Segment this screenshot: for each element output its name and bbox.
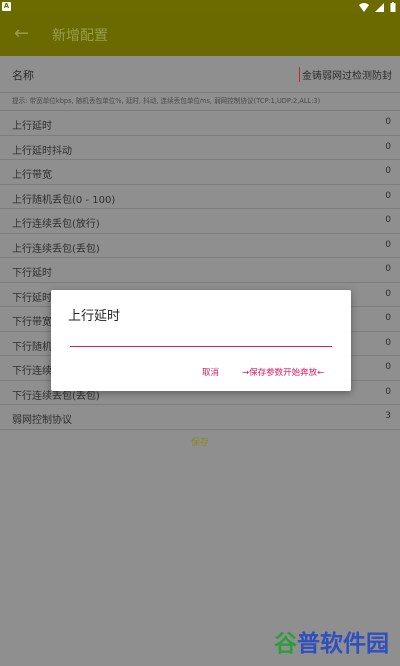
app-notification-icon: A [2, 2, 11, 11]
signal-icon [375, 2, 384, 12]
dialog-title: 上行延时 [68, 309, 121, 324]
setting-value: 0 [385, 288, 391, 299]
setting-value: 0 [385, 313, 391, 323]
setting-label: 上行随机丢包(0 - 100) [12, 194, 116, 206]
setting-row-uplink-burst-drop[interactable]: 上行连续丢包(丢包) 0 [0, 234, 400, 258]
wifi-icon [359, 2, 369, 12]
setting-value: 0 [385, 190, 391, 201]
setting-row-uplink-burst-pass[interactable]: 上行连续丢包(放行) 0 [0, 209, 400, 234]
name-label: 名称 [12, 69, 34, 82]
setting-value: 0 [385, 337, 391, 348]
setting-row-uplink-delay[interactable]: 上行延时 0 [0, 111, 400, 136]
setting-row-uplink-jitter[interactable]: 上行延时抖动 0 [0, 136, 400, 160]
battery-icon [390, 2, 396, 12]
status-bar: A [0, 0, 400, 14]
name-field-row[interactable]: 名称 金铸弱网过检测防封 [0, 56, 400, 93]
watermark-first-char: 谷 [274, 631, 297, 657]
setting-value: 0 [385, 239, 391, 250]
setting-row-uplink-bandwidth[interactable]: 上行带宽 0 [0, 160, 400, 185]
setting-value: 0 [385, 264, 391, 274]
setting-label: 下行带宽 [12, 317, 52, 328]
setting-value: 0 [385, 117, 391, 127]
setting-value: 0 [385, 215, 391, 225]
edit-value-dialog: 上行延时 取消 →保存参数开始奔放← [51, 290, 351, 391]
save-and-start-button[interactable]: →保存参数开始奔放← [242, 366, 324, 378]
setting-value: 0 [385, 386, 391, 397]
cancel-button[interactable]: 取消 [202, 366, 219, 378]
setting-label: 上行连续丢包(丢包) [12, 243, 100, 255]
setting-value: 0 [385, 362, 391, 372]
name-input[interactable]: 金铸弱网过检测防封 [299, 67, 392, 82]
setting-row-uplink-random-loss[interactable]: 上行随机丢包(0 - 100) 0 [0, 185, 400, 209]
setting-label: 上行连续丢包(放行) [12, 219, 100, 230]
setting-row-downlink-delay[interactable]: 下行延时 0 [0, 258, 400, 283]
app-toolbar: ← 新增配置 [0, 14, 400, 56]
status-icons [359, 2, 396, 12]
setting-value: 3 [385, 411, 391, 421]
setting-label: 下行延时 [12, 268, 52, 279]
save-button[interactable]: 保存 [0, 432, 400, 454]
setting-label: 上行带宽 [12, 170, 52, 181]
units-hint: 提示: 带宽单位kbps, 随机丢包单位%, 延时, 抖动, 连续丢包单位ms,… [0, 93, 400, 111]
watermark-rest: 普软件园 [297, 631, 389, 657]
setting-row-protocol[interactable]: 弱网控制协议 3 [0, 405, 400, 430]
setting-label: 弱网控制协议 [12, 415, 72, 426]
setting-value: 0 [385, 141, 391, 152]
back-arrow-icon[interactable]: ← [14, 24, 34, 44]
setting-label: 上行延时 [12, 121, 52, 132]
setting-label: 上行延时抖动 [12, 145, 72, 157]
setting-value: 0 [385, 166, 391, 176]
dialog-value-input[interactable] [70, 330, 332, 347]
watermark-logo: 谷普软件园 [274, 624, 389, 658]
page-title: 新增配置 [52, 28, 108, 44]
